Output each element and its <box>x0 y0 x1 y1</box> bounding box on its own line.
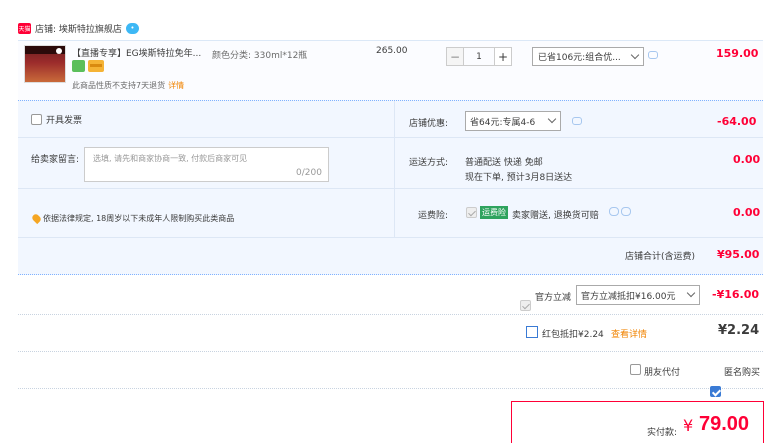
insurance-badge: 运费险 <box>480 206 508 219</box>
return-notice: 此商品性质不支持7天退货 详情 <box>72 80 184 91</box>
invoice-option[interactable]: 开具发票 <box>31 113 82 126</box>
return-notice-text: 此商品性质不支持7天退货 <box>72 81 166 90</box>
friend-pay-label: 朋友代付 <box>644 368 681 378</box>
tmall-badge: 天猫 <box>18 22 31 34</box>
item-promo-value: 已省106元:组合优... <box>538 53 621 63</box>
shop-discount-select[interactable]: 省64元:专属4-6 <box>465 111 561 131</box>
shipping-method: 普通配送 快递 免邮 <box>465 158 543 168</box>
divider <box>18 351 763 352</box>
message-label: 给卖家留言: <box>31 155 80 165</box>
chevron-down-icon <box>547 114 557 124</box>
shop-discount-label: 店铺优惠: <box>409 119 449 129</box>
store-name-link[interactable]: 店铺: 埃斯特拉旗舰店 <box>35 22 122 35</box>
red-packet-amount: ¥2.24 <box>718 323 760 338</box>
insurance-text: 卖家赠送, 退换货可赔 <box>512 211 599 221</box>
insurance-amount: 0.00 <box>733 206 761 219</box>
promo-info-icon[interactable] <box>648 51 658 59</box>
red-packet-checkbox[interactable] <box>526 326 538 338</box>
gov-discount-amount: -¥16.00 <box>712 288 760 301</box>
shipping-label: 运送方式: <box>409 158 449 168</box>
discount-info-icon[interactable] <box>572 117 582 125</box>
insurance-label: 运费险: <box>418 211 449 221</box>
chevron-down-icon <box>630 50 640 60</box>
gov-discount-select[interactable]: 官方立减抵扣¥16.00元 <box>576 285 700 305</box>
friend-pay-checkbox[interactable] <box>630 364 641 375</box>
gov-discount-label: 官方立减 <box>535 293 572 303</box>
location-pin-icon <box>30 212 43 225</box>
insurance-icons <box>609 207 631 216</box>
shop-total-amount: ¥95.00 <box>717 248 760 261</box>
shop-discount-amount: -64.00 <box>717 115 757 128</box>
chevron-down-icon <box>686 288 696 298</box>
invoice-checkbox[interactable] <box>31 114 42 125</box>
anonymous-checkbox[interactable] <box>710 386 721 397</box>
divider <box>394 101 395 237</box>
quantity-stepper: − 1 + <box>446 47 512 66</box>
product-thumbnail[interactable] <box>24 45 66 83</box>
shop-total-label: 店铺合计(含运费) <box>625 252 696 262</box>
divider <box>18 388 763 389</box>
red-packet-label: 红包抵扣¥2.24 <box>542 330 604 340</box>
divider <box>18 188 763 189</box>
quantity-increase-button[interactable]: + <box>494 47 512 66</box>
return-notice-link[interactable]: 详情 <box>168 81 184 90</box>
credit-card-icon[interactable] <box>88 60 104 72</box>
law-notice-text: 依据法律规定, 18周岁以下未成年人限制购买此类商品 <box>43 214 235 223</box>
shop-discount-value: 省64元:专属4-6 <box>470 117 536 128</box>
product-spec: 颜色分类: 330ml*12瓶 <box>212 51 308 61</box>
quantity-decrease-button[interactable]: − <box>446 47 464 66</box>
store-header: 天猫 店铺: 埃斯特拉旗舰店 • <box>18 20 139 36</box>
gov-discount-checkbox <box>520 300 531 311</box>
product-title[interactable]: 【直播专享】EG埃斯特拉免年... <box>72 46 201 59</box>
insurance-checkbox <box>466 207 477 218</box>
currency-symbol: ¥ <box>683 416 694 435</box>
message-char-count: 0/200 <box>296 168 322 178</box>
item-promo-select[interactable]: 已省106元:组合优... <box>532 47 644 66</box>
shipping-amount: 0.00 <box>733 153 761 166</box>
divider <box>394 137 763 138</box>
message-placeholder: 选填, 请先和商家协商一致, 付款后商家可见 <box>93 154 248 163</box>
service-guarantee-icon[interactable] <box>72 60 85 72</box>
shipping-eta: 现在下单, 预计3月8日送达 <box>465 173 573 183</box>
item-subtotal: 159.00 <box>716 47 759 60</box>
service-icons <box>72 60 104 72</box>
payment-amount: 79.00 <box>699 413 750 435</box>
divider <box>18 237 763 238</box>
unit-price: 265.00 <box>376 46 408 56</box>
divider <box>18 314 763 315</box>
anonymous-label: 匿名购买 <box>724 368 761 378</box>
red-packet-details-link[interactable]: 查看详情 <box>611 327 647 340</box>
chat-icon[interactable]: • <box>125 22 139 34</box>
law-notice: 依据法律规定, 18周岁以下未成年人限制购买此类商品 <box>30 212 235 225</box>
invoice-label: 开具发票 <box>46 116 83 126</box>
help-icon[interactable] <box>621 207 631 216</box>
gov-discount-value: 官方立减抵扣¥16.00元 <box>581 291 676 302</box>
divider <box>18 137 394 138</box>
chat-icon[interactable] <box>609 207 619 216</box>
quantity-input[interactable]: 1 <box>464 47 494 66</box>
payment-label: 实付款: <box>647 428 678 438</box>
